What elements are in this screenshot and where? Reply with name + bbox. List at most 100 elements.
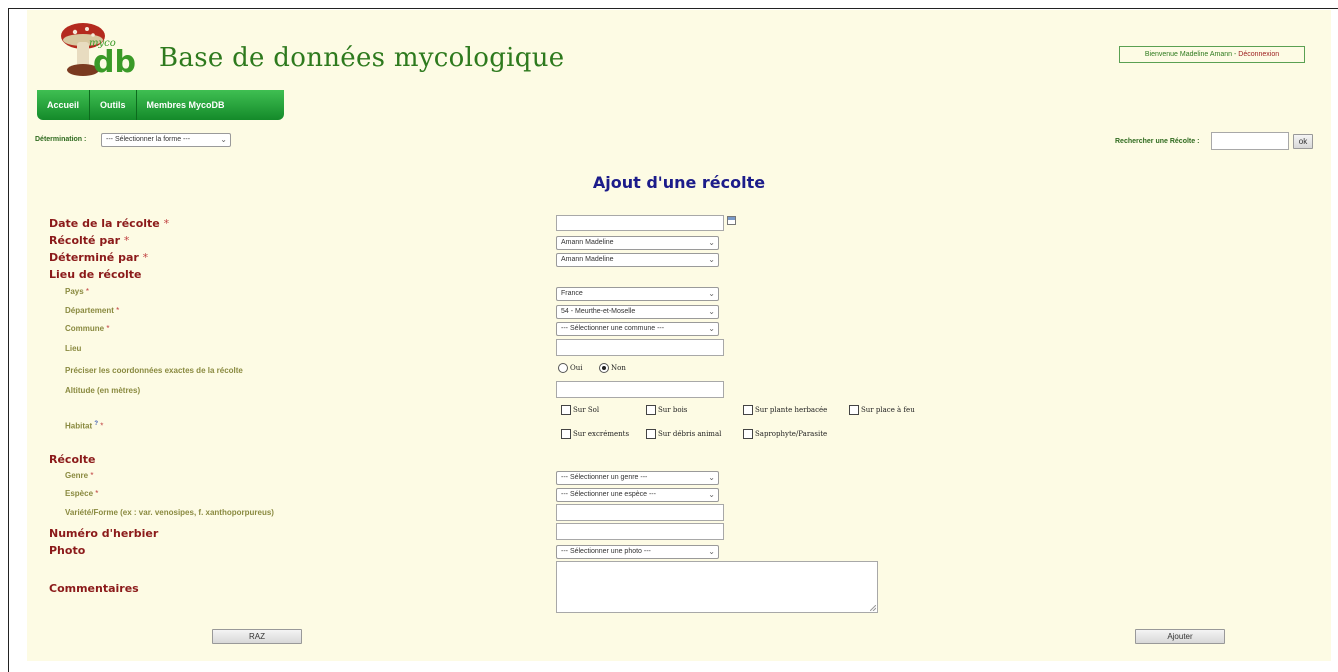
required-marker: * bbox=[142, 251, 149, 264]
form-title: Ajout d'une récolte bbox=[592, 173, 766, 192]
genre-label: Genre * bbox=[65, 471, 93, 480]
commentaires-textarea[interactable] bbox=[556, 561, 878, 613]
determination-select-value: --- Sélectionner la forme --- bbox=[106, 136, 191, 143]
habitat-option-label: Sur excréments bbox=[573, 430, 630, 438]
svg-text:db: db bbox=[93, 45, 136, 80]
determination-select[interactable]: --- Sélectionner la forme --- ⌄ bbox=[101, 133, 231, 147]
required-marker: * bbox=[90, 471, 94, 480]
recolte-section-label: Récolte bbox=[49, 453, 96, 466]
herbier-label: Numéro d'herbier bbox=[49, 527, 159, 540]
search-ok-button[interactable]: ok bbox=[1293, 134, 1313, 149]
commune-select[interactable]: --- Sélectionner une commune --- ⌄ bbox=[556, 322, 719, 336]
coords-radio-oui[interactable]: Oui bbox=[558, 363, 583, 373]
help-icon[interactable]: ? bbox=[94, 421, 98, 427]
checkbox[interactable] bbox=[561, 429, 571, 439]
departement-value: 54 - Meurthe-et-Moselle bbox=[561, 308, 636, 315]
nav-item-accueil[interactable]: Accueil bbox=[37, 90, 91, 120]
habitat-option[interactable]: Sur excréments bbox=[561, 429, 629, 439]
date-label-text: Date de la récolte bbox=[49, 217, 160, 230]
nav-item-membres[interactable]: Membres MycoDB bbox=[137, 90, 235, 120]
photo-select[interactable]: --- Sélectionner une photo --- ⌄ bbox=[556, 545, 719, 559]
recolte-par-value: Amann Madeline bbox=[561, 239, 614, 246]
pays-select[interactable]: France ⌄ bbox=[556, 287, 719, 301]
habitat-label-text: Habitat bbox=[65, 421, 93, 431]
departement-label-text: Département bbox=[65, 306, 114, 315]
required-marker: * bbox=[123, 234, 130, 247]
content-panel: db myco Base de données mycologique Accu… bbox=[27, 10, 1331, 661]
espece-select[interactable]: --- Sélectionner une espèce --- ⌄ bbox=[556, 488, 719, 502]
mycodb-logo[interactable]: db myco bbox=[49, 16, 139, 88]
commune-label-text: Commune bbox=[65, 324, 105, 333]
habitat-option[interactable]: Sur plante herbacée bbox=[743, 405, 827, 415]
logout-link[interactable]: Déconnexion bbox=[1238, 51, 1279, 58]
coords-no-label: Non bbox=[611, 364, 626, 372]
search-input[interactable] bbox=[1211, 132, 1289, 150]
departement-select[interactable]: 54 - Meurthe-et-Moselle ⌄ bbox=[556, 305, 719, 319]
determine-par-value: Amann Madeline bbox=[561, 256, 614, 263]
radio-non[interactable] bbox=[599, 363, 609, 373]
habitat-option-label: Sur plante herbacée bbox=[755, 406, 828, 414]
coords-radio-non[interactable]: Non bbox=[599, 363, 626, 373]
recolte-par-label: Récolté par * bbox=[49, 234, 129, 247]
chevron-down-icon: ⌄ bbox=[708, 547, 715, 556]
required-marker: * bbox=[106, 324, 110, 333]
habitat-option-label: Saprophyte/Parasite bbox=[755, 430, 828, 438]
reset-button[interactable]: RAZ bbox=[212, 629, 302, 644]
habitat-label: Habitat ? * bbox=[65, 421, 103, 431]
search-label: Rechercher une Récolte : bbox=[1115, 138, 1200, 145]
checkbox[interactable] bbox=[849, 405, 859, 415]
altitude-label: Altitude (en mètres) bbox=[65, 386, 141, 395]
nav-item-outils[interactable]: Outils bbox=[90, 90, 137, 120]
herbier-input[interactable] bbox=[556, 523, 724, 540]
genre-select[interactable]: --- Sélectionner un genre --- ⌄ bbox=[556, 471, 719, 485]
habitat-option[interactable]: Sur place à feu bbox=[849, 405, 915, 415]
checkbox[interactable] bbox=[743, 405, 753, 415]
determine-par-label: Déterminé par * bbox=[49, 251, 148, 264]
recolte-par-label-text: Récolté par bbox=[49, 234, 121, 247]
espece-label-text: Espèce bbox=[65, 489, 94, 498]
required-marker: * bbox=[85, 287, 90, 296]
date-input[interactable] bbox=[556, 215, 724, 231]
habitat-option-label: Sur débris animal bbox=[658, 430, 722, 438]
svg-text:myco: myco bbox=[89, 38, 116, 49]
habitat-option[interactable]: Saprophyte/Parasite bbox=[743, 429, 827, 439]
habitat-option[interactable]: Sur bois bbox=[646, 405, 687, 415]
date-label: Date de la récolte * bbox=[49, 217, 169, 230]
checkbox[interactable] bbox=[561, 405, 571, 415]
espece-value: --- Sélectionner une espèce --- bbox=[561, 491, 656, 498]
required-marker: * bbox=[116, 306, 120, 315]
habitat-option[interactable]: Sur débris animal bbox=[646, 429, 721, 439]
habitat-option-label: Sur bois bbox=[658, 406, 688, 414]
welcome-box: Bienvenue Madeline Amann - Déconnexion bbox=[1119, 46, 1305, 63]
main-nav: Accueil Outils Membres MycoDB bbox=[37, 90, 284, 120]
checkbox[interactable] bbox=[646, 429, 656, 439]
commune-value: --- Sélectionner une commune --- bbox=[561, 325, 665, 332]
site-title: Base de données mycologique bbox=[159, 43, 565, 73]
radio-oui[interactable] bbox=[558, 363, 568, 373]
habitat-option[interactable]: Sur Sol bbox=[561, 405, 599, 415]
required-marker: * bbox=[163, 217, 170, 230]
recolte-par-select[interactable]: Amann Madeline ⌄ bbox=[556, 236, 719, 250]
checkbox[interactable] bbox=[743, 429, 753, 439]
chevron-down-icon: ⌄ bbox=[708, 324, 715, 333]
checkbox[interactable] bbox=[646, 405, 656, 415]
page: db myco Base de données mycologique Accu… bbox=[8, 8, 1338, 672]
submit-button[interactable]: Ajouter bbox=[1135, 629, 1225, 644]
resize-handle-icon[interactable] bbox=[870, 605, 876, 611]
chevron-down-icon: ⌄ bbox=[220, 135, 227, 144]
chevron-down-icon: ⌄ bbox=[708, 289, 715, 298]
variete-input[interactable] bbox=[556, 504, 724, 521]
departement-label: Département * bbox=[65, 306, 119, 315]
habitat-option-label: Sur Sol bbox=[573, 406, 600, 414]
genre-label-text: Genre bbox=[65, 471, 89, 480]
lieu-input[interactable] bbox=[556, 339, 724, 356]
determine-par-select[interactable]: Amann Madeline ⌄ bbox=[556, 253, 719, 267]
chevron-down-icon: ⌄ bbox=[708, 473, 715, 482]
photo-label: Photo bbox=[49, 544, 86, 557]
photo-value: --- Sélectionner une photo --- bbox=[561, 548, 651, 555]
required-marker: * bbox=[100, 421, 104, 431]
commune-label: Commune * bbox=[65, 324, 109, 333]
altitude-input[interactable] bbox=[556, 381, 724, 398]
chevron-down-icon: ⌄ bbox=[708, 238, 715, 247]
calendar-icon[interactable] bbox=[727, 216, 736, 225]
